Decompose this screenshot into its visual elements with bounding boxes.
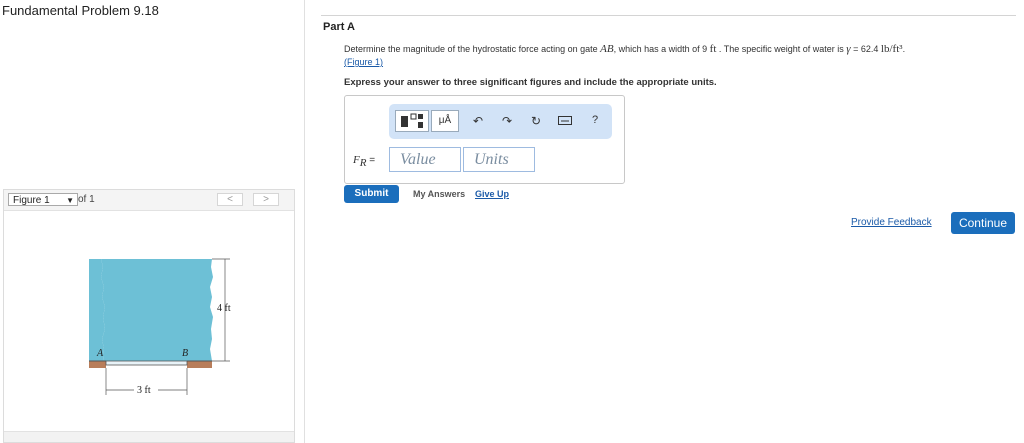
- point-a-label: A: [96, 348, 104, 359]
- figure-canvas: 4 ft 3 ft A B: [4, 211, 294, 432]
- point-b-label: B: [182, 348, 188, 359]
- figure-footer: [4, 431, 294, 442]
- value-input[interactable]: Value: [389, 147, 461, 172]
- prev-figure-button[interactable]: <: [217, 193, 243, 206]
- undo-icon[interactable]: ↶: [471, 114, 485, 128]
- instruction-text: Express your answer to three significant…: [344, 77, 717, 88]
- section-rule: [321, 15, 1016, 16]
- reset-icon[interactable]: ↻: [529, 114, 543, 128]
- template-icon: [401, 113, 423, 128]
- figure-count: of 1: [78, 194, 95, 205]
- gate-diagram: 4 ft 3 ft A B: [89, 258, 231, 396]
- figure-link[interactable]: (Figure 1): [344, 57, 383, 67]
- force-label: FR =: [353, 154, 376, 169]
- gate-ab: [105, 360, 188, 366]
- panel-divider: [304, 0, 305, 443]
- ground-left: [89, 361, 106, 368]
- height-label: 4 ft: [217, 303, 231, 314]
- keyboard-icon[interactable]: [558, 114, 572, 128]
- question-text: Determine the magnitude of the hydrostat…: [344, 43, 906, 55]
- next-figure-button[interactable]: >: [253, 193, 279, 206]
- units-button[interactable]: μÅ: [431, 110, 459, 132]
- provide-feedback-link[interactable]: Provide Feedback: [851, 217, 932, 228]
- help-icon[interactable]: ?: [588, 114, 602, 126]
- width-label: 3 ft: [137, 385, 151, 396]
- submit-button[interactable]: Submit: [344, 185, 399, 203]
- figure-select-value: Figure 1: [13, 195, 50, 206]
- page-title: Fundamental Problem 9.18: [2, 3, 159, 18]
- units-input[interactable]: Units: [463, 147, 535, 172]
- template-button[interactable]: [395, 110, 429, 132]
- figure-select[interactable]: Figure 1 ▼: [8, 193, 78, 206]
- water-region: [89, 259, 213, 361]
- chevron-down-icon: ▼: [66, 196, 74, 205]
- figure-toolbar: Figure 1 ▼ of 1 < >: [4, 190, 294, 211]
- my-answers-link[interactable]: My Answers: [413, 189, 465, 199]
- redo-icon[interactable]: ↷: [500, 114, 514, 128]
- continue-button[interactable]: Continue: [951, 212, 1015, 234]
- ground-right: [187, 361, 212, 368]
- figure-panel: Figure 1 ▼ of 1 < > 4 ft 3 ft A B: [3, 189, 295, 443]
- give-up-link[interactable]: Give Up: [475, 189, 509, 199]
- part-heading: Part A: [323, 21, 355, 33]
